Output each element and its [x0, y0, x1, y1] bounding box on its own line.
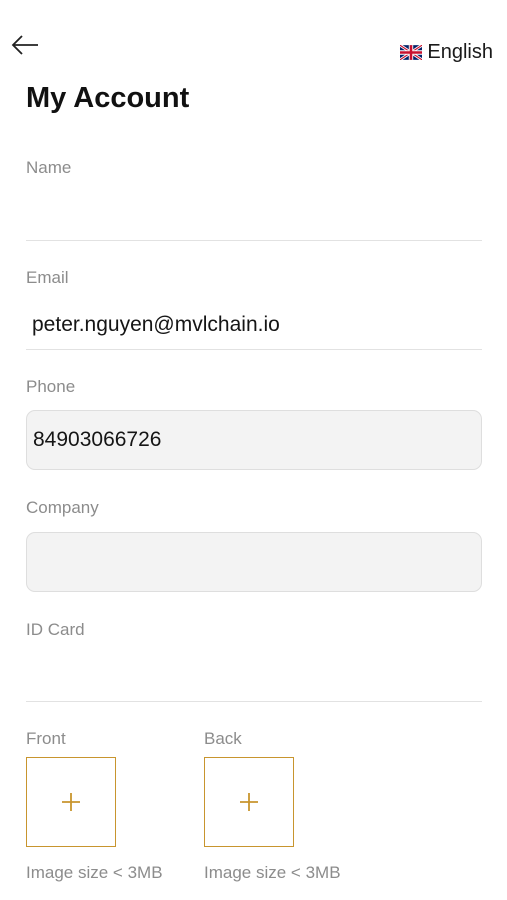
arrow-left-icon	[11, 35, 38, 55]
uk-flag-icon	[400, 44, 423, 60]
language-selector[interactable]: English	[400, 40, 493, 64]
company-field[interactable]	[26, 532, 482, 592]
page-title: My Account	[26, 82, 190, 114]
id-card-label: ID Card	[26, 620, 85, 639]
phone-field[interactable]	[26, 410, 482, 470]
name-field[interactable]	[26, 200, 482, 241]
front-label: Front	[26, 729, 66, 748]
id-card-field[interactable]	[26, 660, 482, 702]
back-upload-button[interactable]	[204, 757, 294, 847]
back-size-hint: Image size < 3MB	[204, 863, 341, 882]
language-label: English	[427, 40, 493, 63]
email-field[interactable]	[26, 300, 482, 350]
email-label: Email	[26, 268, 69, 287]
back-label: Back	[204, 729, 242, 748]
front-size-hint: Image size < 3MB	[26, 863, 163, 882]
plus-icon	[62, 793, 80, 811]
plus-icon	[240, 793, 258, 811]
phone-label: Phone	[26, 377, 76, 396]
name-label: Name	[26, 158, 72, 177]
company-label: Company	[26, 498, 99, 517]
front-upload-button[interactable]	[26, 757, 116, 847]
back-button[interactable]	[10, 31, 42, 59]
